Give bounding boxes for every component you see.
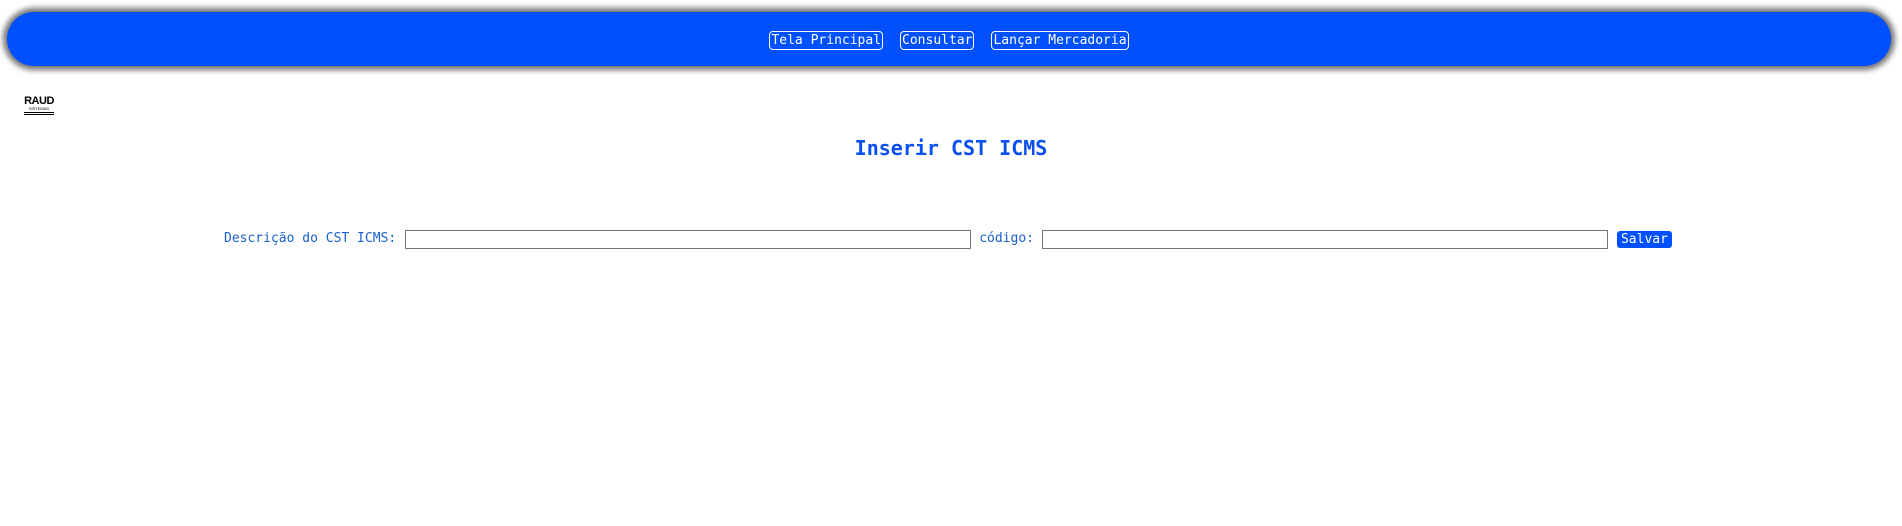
page-title: Inserir CST ICMS [854, 136, 1048, 160]
top-navigation-bar: Tela Principal Consultar Lançar Mercador… [7, 12, 1891, 66]
nav-tela-principal-button[interactable]: Tela Principal [769, 30, 884, 50]
description-label: Descrição do CST ICMS: [224, 231, 397, 246]
cst-icms-form: Descrição do CST ICMS: código: Salvar [224, 229, 1672, 249]
company-logo: RAUD SISTEMAS [23, 96, 55, 118]
logo-divider [24, 112, 54, 113]
nav-consultar-button[interactable]: Consultar [900, 30, 975, 50]
code-label: código: [979, 231, 1034, 246]
logo-divider [24, 114, 54, 115]
save-button[interactable]: Salvar [1616, 230, 1672, 248]
description-input[interactable] [405, 229, 972, 249]
nav-lancar-mercadoria-button[interactable]: Lançar Mercadoria [991, 30, 1129, 50]
logo-sub-text: SISTEMAS [28, 106, 50, 111]
code-input[interactable] [1041, 229, 1608, 249]
